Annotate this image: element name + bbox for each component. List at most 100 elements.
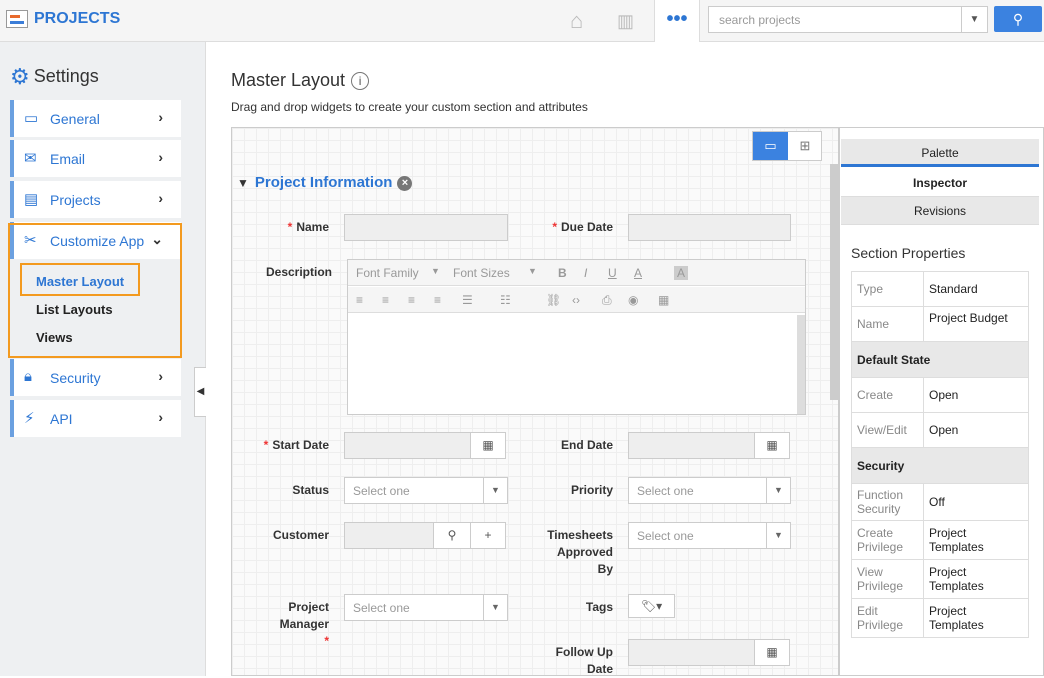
chevron-right-icon: › [158,368,163,384]
link-icon[interactable]: ⛓ [546,293,561,307]
align-right-icon[interactable]: ≡ [408,293,415,307]
calendar-icon[interactable]: ▦ [754,639,790,666]
prop-value[interactable]: Project Templates [923,520,1029,560]
name-label: * Name [287,220,329,234]
font-sizes-select[interactable]: Font Sizes [453,266,510,280]
start-date-field[interactable] [344,432,471,459]
chart-icon[interactable]: ▥ [617,11,634,32]
prop-value[interactable]: Standard [923,271,1029,307]
prop-key: Function Security [851,483,924,521]
prop-value[interactable]: Open [923,377,1029,413]
project-manager-select[interactable]: Select one ▼ [344,594,508,621]
page-subtitle: Drag and drop widgets to create your cus… [231,100,588,114]
prop-key: Create Privilege [851,520,924,560]
chevron-right-icon: › [158,149,163,165]
chevron-down-icon: ▼ [766,478,790,503]
chevron-right-icon: › [158,409,163,425]
tab-inspector[interactable]: Inspector [841,169,1039,197]
canvas-scrollbar[interactable] [830,164,839,400]
prop-value[interactable]: Project Templates [923,598,1029,638]
italic-icon[interactable]: I [584,266,587,280]
info-icon[interactable]: i [351,72,370,90]
tab-palette[interactable]: Palette [841,139,1039,167]
preview-icon[interactable]: ◉ [628,293,638,307]
plug-icon: ⚡︎ [24,410,35,427]
follow-up-date-label: Follow Up Date [555,645,613,676]
tab-revisions[interactable]: Revisions [841,197,1039,225]
sidebar-item-security[interactable]: 🔒︎ Security › [10,359,181,396]
editor-toolbar-top: Font Family ▼ Font Sizes ▼ B I U A A [348,260,805,286]
chevron-down-icon: ▼ [431,266,440,276]
due-date-field[interactable] [628,214,791,241]
envelope-icon: ✉ [24,150,37,167]
chevron-down-icon: ▼ [483,595,507,620]
search-icon[interactable]: ⚲ [433,522,471,549]
prop-key: View Privilege [851,559,924,599]
top-bar: PROJECTS ⌂ ▥ ••• search projects ▼ ⚲ [0,0,1044,42]
prop-value[interactable]: Project Templates [923,559,1029,599]
numbered-list-icon[interactable]: ☷ [500,293,511,307]
hierarchy-view-icon[interactable]: ⊞ [788,132,822,160]
editor-scrollbar[interactable] [797,315,805,414]
subitem-master-layout[interactable]: Master Layout [36,274,124,289]
prop-value[interactable]: Open [923,412,1029,448]
customer-field[interactable] [344,522,434,549]
bold-icon[interactable]: B [558,266,567,280]
home-icon[interactable]: ⌂ [570,8,583,34]
code-icon[interactable]: ‹› [572,293,580,307]
chevron-right-icon: › [158,109,163,125]
sidebar-item-email[interactable]: ✉ Email › [10,140,181,177]
table-icon[interactable]: ▦ [658,293,669,307]
end-date-field[interactable] [628,432,755,459]
chevron-down-icon: ▼ [237,176,249,190]
align-center-icon[interactable]: ≡ [382,293,389,307]
section-header[interactable]: ▼ Project Information × [237,174,413,191]
priority-label: Priority [570,483,613,497]
sidebar-item-api[interactable]: ⚡︎ API › [10,400,181,437]
align-left-icon[interactable]: ≡ [356,293,363,307]
chevron-down-icon[interactable]: ▼ [961,7,987,32]
name-field[interactable] [344,214,508,241]
chevron-down-icon: ▼ [528,266,537,276]
sidebar-item-general[interactable]: ▭ General › [10,100,181,137]
chevron-down-icon: ▼ [766,523,790,548]
justify-icon[interactable]: ≡ [434,293,441,307]
page-title: Master Layout i [231,70,370,91]
project-manager-label: Project Manager * [279,600,329,648]
sidebar-item-projects[interactable]: ▤ Projects › [10,181,181,218]
font-color-icon[interactable]: A [634,266,642,280]
projects-logo-icon [6,10,28,28]
search-input[interactable]: search projects [708,6,988,33]
highlight-color-icon[interactable]: A [674,266,689,280]
prop-value[interactable]: Project Budget [923,306,1029,342]
properties-table: Type Standard Name Project Budget Default … [851,271,1029,638]
calendar-icon[interactable]: ▦ [754,432,790,459]
calendar-icon[interactable]: ▦ [470,432,506,459]
priority-select[interactable]: Select one ▼ [628,477,791,504]
remove-section-icon[interactable]: × [397,176,413,191]
underline-icon[interactable]: U [608,266,617,280]
add-icon[interactable]: + [470,522,506,549]
bullet-list-icon[interactable]: ☰ [462,293,473,307]
subitem-views[interactable]: Views [36,330,73,345]
more-menu-icon[interactable]: ••• [654,0,700,42]
status-select[interactable]: Select one ▼ [344,477,508,504]
search-button[interactable]: ⚲ [994,6,1042,32]
start-date-label: * Start Date [263,438,329,452]
print-icon[interactable]: ⎙ [602,293,612,308]
settings-title: ⚙ Settings [10,64,99,89]
timesheets-approved-by-select[interactable]: Select one ▼ [628,522,791,549]
desktop-view-icon[interactable]: ▭ [753,132,788,160]
app-title[interactable]: PROJECTS [34,10,120,28]
collapse-sidebar-button[interactable]: ◀ [194,367,206,417]
font-family-select[interactable]: Font Family [356,266,419,280]
chevron-right-icon: › [158,190,163,206]
follow-up-date-field[interactable] [628,639,755,666]
end-date-label: End Date [560,438,613,452]
description-editor[interactable]: Font Family ▼ Font Sizes ▼ B I U A A ≡ ≡… [347,259,806,415]
prop-value[interactable]: Off [923,483,1029,521]
subitem-list-layouts[interactable]: List Layouts [36,302,113,317]
lock-icon: 🔒︎ [24,368,32,385]
tag-icon[interactable]: 🏷︎▾ [628,594,675,618]
due-date-label: * Due Date [552,220,613,234]
